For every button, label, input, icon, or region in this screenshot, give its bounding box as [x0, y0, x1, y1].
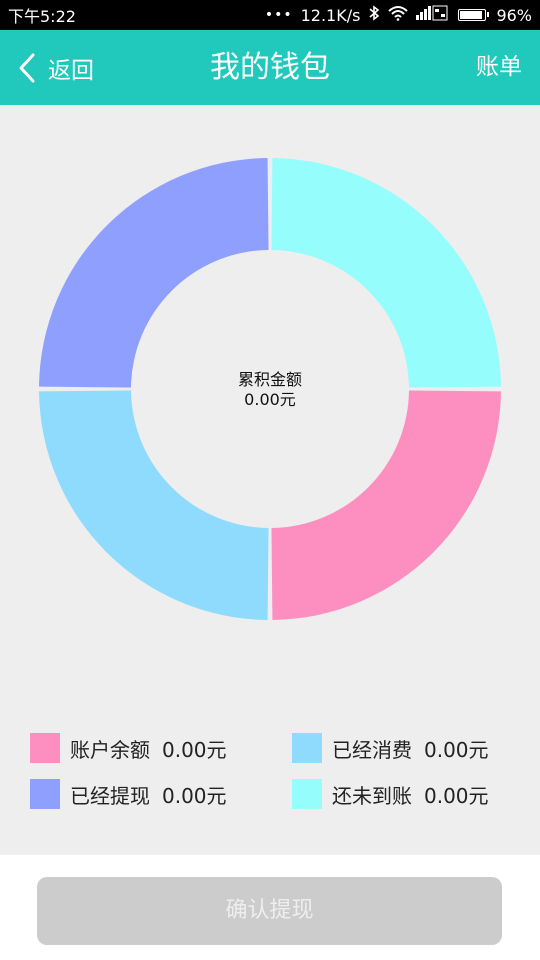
bluetooth-icon: [368, 5, 380, 25]
status-right: ••• 12.1K/s 96%: [265, 5, 532, 25]
legend-value: 0.00元: [162, 737, 227, 762]
legend-label: 账户余额: [70, 737, 150, 762]
total-amount-title: 累积金额: [237, 370, 302, 389]
battery-percent: 96%: [496, 5, 532, 25]
legend-value: 0.00元: [424, 783, 489, 808]
chart-area: 累积金额 0.00元: [0, 105, 540, 705]
bottom-panel: 确认提现: [0, 855, 540, 960]
status-time: 下午5:22: [8, 7, 76, 26]
legend-item: 已经消费 0.00元: [292, 730, 489, 766]
app-header: 返回 我的钱包 账单: [0, 30, 540, 105]
legend-value: 0.00元: [162, 783, 227, 808]
legend-swatch: [30, 779, 60, 809]
signal-icon: [416, 5, 450, 25]
legend-label: 还未到账: [332, 783, 412, 808]
net-speed: 12.1K/s: [300, 5, 361, 25]
donut-slice: [39, 390, 269, 620]
wifi-icon: [388, 5, 409, 25]
donut-slice: [271, 158, 501, 388]
donut-slice: [39, 158, 269, 388]
bill-button[interactable]: 账单: [476, 30, 522, 105]
legend-label: 已经提现: [70, 783, 150, 808]
legend-value: 0.00元: [424, 737, 489, 762]
status-bar: 下午5:22 ••• 12.1K/s 96%: [0, 0, 540, 30]
donut-center-label: 累积金额 0.00元: [170, 370, 370, 410]
battery-icon: [458, 9, 490, 21]
legend-swatch: [292, 733, 322, 763]
legend-swatch: [30, 733, 60, 763]
legend-swatch: [292, 779, 322, 809]
donut-slice: [271, 390, 501, 620]
notification-dots: •••: [264, 7, 293, 23]
chevron-left-icon: [18, 53, 36, 83]
total-amount-value: 0.00元: [244, 390, 296, 409]
confirm-withdraw-button[interactable]: 确认提现: [37, 877, 502, 945]
back-button[interactable]: 返回: [18, 30, 94, 105]
legend-item: 已经提现 0.00元: [30, 776, 227, 812]
legend-label: 已经消费: [332, 737, 412, 762]
legend-item: 账户余额 0.00元: [30, 730, 227, 766]
back-label: 返回: [48, 57, 94, 84]
legend-item: 还未到账 0.00元: [292, 776, 489, 812]
